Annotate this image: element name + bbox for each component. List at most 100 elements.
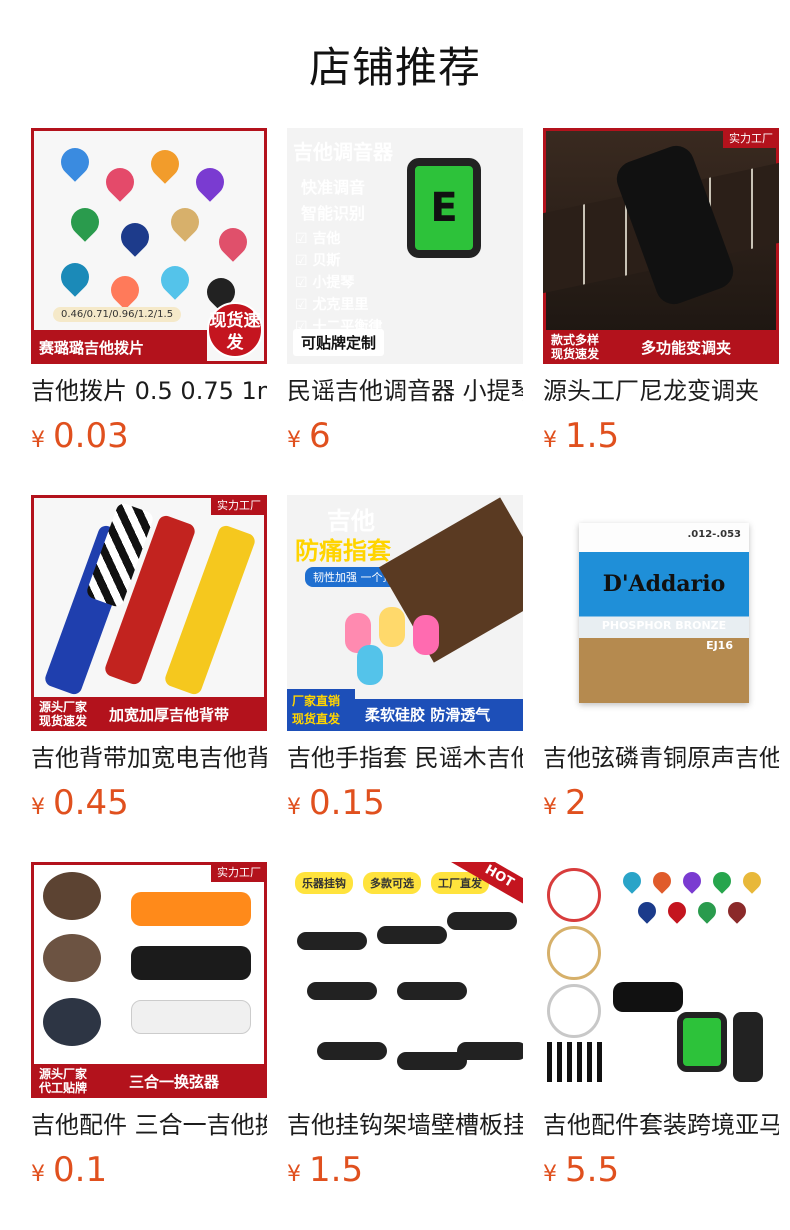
hanger-icon — [397, 1052, 467, 1070]
price-value: 5.5 — [565, 1150, 620, 1190]
tuner-display-icon: E — [407, 158, 481, 258]
pick-icon — [739, 868, 765, 894]
image-line-1: 快准调音 — [301, 178, 366, 197]
product-card[interactable]: 乐器挂钩 多款可选 工厂直发 HOT 吉他挂钩架墙壁槽板挂钩 ¥ 1.5 — [287, 862, 543, 1229]
image-pill: 多款可选 — [363, 872, 421, 894]
string-coil-icon — [547, 868, 601, 922]
product-grid: 0.46/0.71/0.96/1.2/1.5 现货速发 赛璐璐吉他拨片 吉他拨片… — [31, 128, 790, 1229]
product-price: ¥ 0.15 — [287, 783, 543, 823]
hanger-icon — [447, 912, 517, 930]
product-card[interactable]: 0.46/0.71/0.96/1.2/1.5 现货速发 赛璐璐吉他拨片 吉他拨片… — [31, 128, 287, 495]
product-price: ¥ 0.1 — [31, 1150, 287, 1190]
corner-label: 实力工厂 — [723, 128, 779, 148]
currency-symbol: ¥ — [31, 795, 45, 820]
image-banner: 赛璐璐吉他拨片 — [31, 330, 207, 364]
bridge-pins-icon — [547, 1042, 607, 1082]
pick-icon — [619, 868, 645, 894]
product-price: ¥ 0.03 — [31, 416, 287, 456]
product-image-tuner[interactable]: 吉他调音器 快准调音 智能识别 ☑ 吉他 ☑ 贝斯 ☑ 小提琴 ☑ 尤克里里 ☑… — [287, 128, 523, 364]
product-image-guitar-strings[interactable]: .012-.053 D'Addario PHOSPHOR BRONZE EJ16 — [543, 495, 779, 731]
instrument-item: ☑ 尤克里里 — [295, 297, 369, 313]
image-banner: 款式多样 现货速发 多功能变调夹 — [543, 330, 779, 364]
hanger-icon — [397, 982, 467, 1000]
product-image-accessory-set[interactable] — [543, 862, 779, 1098]
product-name[interactable]: 吉他背带加宽电吉他背带 — [31, 743, 267, 773]
product-image-capo[interactable]: 实力工厂 款式多样 现货速发 多功能变调夹 — [543, 128, 779, 364]
product-row: 0.46/0.71/0.96/1.2/1.5 现货速发 赛璐璐吉他拨片 吉他拨片… — [31, 128, 790, 495]
tuner-icon — [677, 1012, 727, 1072]
product-name[interactable]: 吉他弦磷青铜原声吉他弦 — [543, 743, 779, 773]
price-value: 1.5 — [309, 1150, 364, 1190]
currency-symbol: ¥ — [543, 795, 557, 820]
product-price: ¥ 6 — [287, 416, 543, 456]
image-subtitle: 防痛指套 — [295, 537, 391, 565]
product-image-guitar-picks[interactable]: 0.46/0.71/0.96/1.2/1.5 现货速发 赛璐璐吉他拨片 — [31, 128, 267, 364]
image-banner-text: 加宽加厚吉他背带 — [109, 705, 230, 724]
product-name[interactable]: 吉他配件套装跨境亚马逊 — [543, 1110, 779, 1140]
product-card[interactable]: 吉他调音器 快准调音 智能识别 ☑ 吉他 ☑ 贝斯 ☑ 小提琴 ☑ 尤克里里 ☑… — [287, 128, 543, 495]
winder-icon — [131, 892, 251, 926]
product-row: 实力工厂 源头厂家 现货速发 加宽加厚吉他背带 吉他背带加宽电吉他背带 ¥ 0.… — [31, 495, 790, 862]
product-name[interactable]: 吉他配件 三合一吉他换弦器 — [31, 1110, 267, 1140]
finger-guard-icon — [357, 645, 383, 685]
image-banner-text: 赛璐璐吉他拨片 — [39, 338, 145, 357]
price-value: 6 — [309, 416, 331, 456]
product-image-string-winder[interactable]: 实力工厂 源头厂家 代工贴牌 三合一换弦器 — [31, 862, 267, 1098]
product-card[interactable]: 吉他 防痛指套 韧性加强 一个顶两 厂家直销 现货直发 柔软硅胶 防滑透气 吉他… — [287, 495, 543, 862]
string-type: PHOSPHOR BRONZE — [601, 619, 727, 632]
product-name[interactable]: 民谣吉他调音器 小提琴 — [287, 376, 523, 406]
image-tag: 款式多样 现货速发 — [551, 333, 600, 361]
corner-label: 实力工厂 — [211, 495, 267, 515]
usage-photo-icon — [43, 872, 101, 920]
image-banner-text: 三合一换弦器 — [129, 1072, 220, 1091]
image-banner-text: 柔软硅胶 防滑透气 — [355, 699, 523, 731]
pick-icon — [649, 868, 675, 894]
product-image-guitar-hanger[interactable]: 乐器挂钩 多款可选 工厂直发 HOT — [287, 862, 523, 1098]
price-value: 1.5 — [565, 416, 620, 456]
product-price: ¥ 1.5 — [287, 1150, 543, 1190]
product-name[interactable]: 吉他挂钩架墙壁槽板挂钩 — [287, 1110, 523, 1140]
product-price: ¥ 0.45 — [31, 783, 287, 823]
product-card[interactable]: .012-.053 D'Addario PHOSPHOR BRONZE EJ16… — [543, 495, 790, 862]
product-name[interactable]: 源头工厂尼龙变调夹 — [543, 376, 779, 406]
product-image-finger-guard[interactable]: 吉他 防痛指套 韧性加强 一个顶两 厂家直销 现货直发 柔软硅胶 防滑透气 — [287, 495, 523, 731]
product-price: ¥ 2 — [543, 783, 790, 823]
product-card[interactable]: 吉他配件套装跨境亚马逊 ¥ 5.5 — [543, 862, 790, 1229]
pick-icon — [679, 868, 705, 894]
product-price: ¥ 1.5 — [543, 416, 790, 456]
hanger-icon — [457, 1042, 523, 1060]
product-image-guitar-strap[interactable]: 实力工厂 源头厂家 现货速发 加宽加厚吉他背带 — [31, 495, 267, 731]
finger-guard-icon — [413, 615, 439, 655]
currency-symbol: ¥ — [287, 428, 301, 453]
string-code: EJ16 — [706, 639, 733, 652]
currency-symbol: ¥ — [287, 795, 301, 820]
usage-photo-icon — [43, 934, 101, 982]
section-title: 店铺推荐 — [308, 42, 481, 92]
currency-symbol: ¥ — [31, 1162, 45, 1187]
image-tag: 源头厂家 现货速发 — [39, 700, 88, 728]
section-header: 店铺推荐 — [0, 0, 790, 128]
hanger-icon — [317, 1042, 387, 1060]
product-card[interactable]: 实力工厂 源头厂家 代工贴牌 三合一换弦器 吉他配件 三合一吉他换弦器 ¥ 0.… — [31, 862, 287, 1229]
product-card[interactable]: 实力工厂 源头厂家 现货速发 加宽加厚吉他背带 吉他背带加宽电吉他背带 ¥ 0.… — [31, 495, 287, 862]
pick-sizes: 0.46/0.71/0.96/1.2/1.5 — [53, 307, 182, 322]
string-coil-icon — [547, 984, 601, 1038]
finger-guard-icon — [379, 607, 405, 647]
image-title: 吉他调音器 — [293, 140, 393, 164]
image-tag: 源头厂家 代工贴牌 — [39, 1067, 88, 1095]
price-value: 0.1 — [53, 1150, 108, 1190]
instrument-item: ☑ 贝斯 — [295, 253, 341, 269]
hanger-icon — [377, 926, 447, 944]
product-card[interactable]: 实力工厂 款式多样 现货速发 多功能变调夹 源头工厂尼龙变调夹 ¥ 1.5 — [543, 128, 790, 495]
image-line-2: 智能识别 — [301, 204, 366, 223]
currency-symbol: ¥ — [543, 428, 557, 453]
corner-label: 实力工厂 — [211, 862, 267, 882]
product-name[interactable]: 吉他手指套 民谣木吉他 — [287, 743, 523, 773]
hanger-icon — [307, 982, 377, 1000]
hanger-icon — [733, 1012, 763, 1082]
string-coil-icon — [547, 926, 601, 980]
usage-photo-icon — [43, 998, 101, 1046]
pick-icon — [709, 868, 735, 894]
product-name[interactable]: 吉他拨片 0.5 0.75 1mm — [31, 376, 267, 406]
currency-symbol: ¥ — [287, 1162, 301, 1187]
